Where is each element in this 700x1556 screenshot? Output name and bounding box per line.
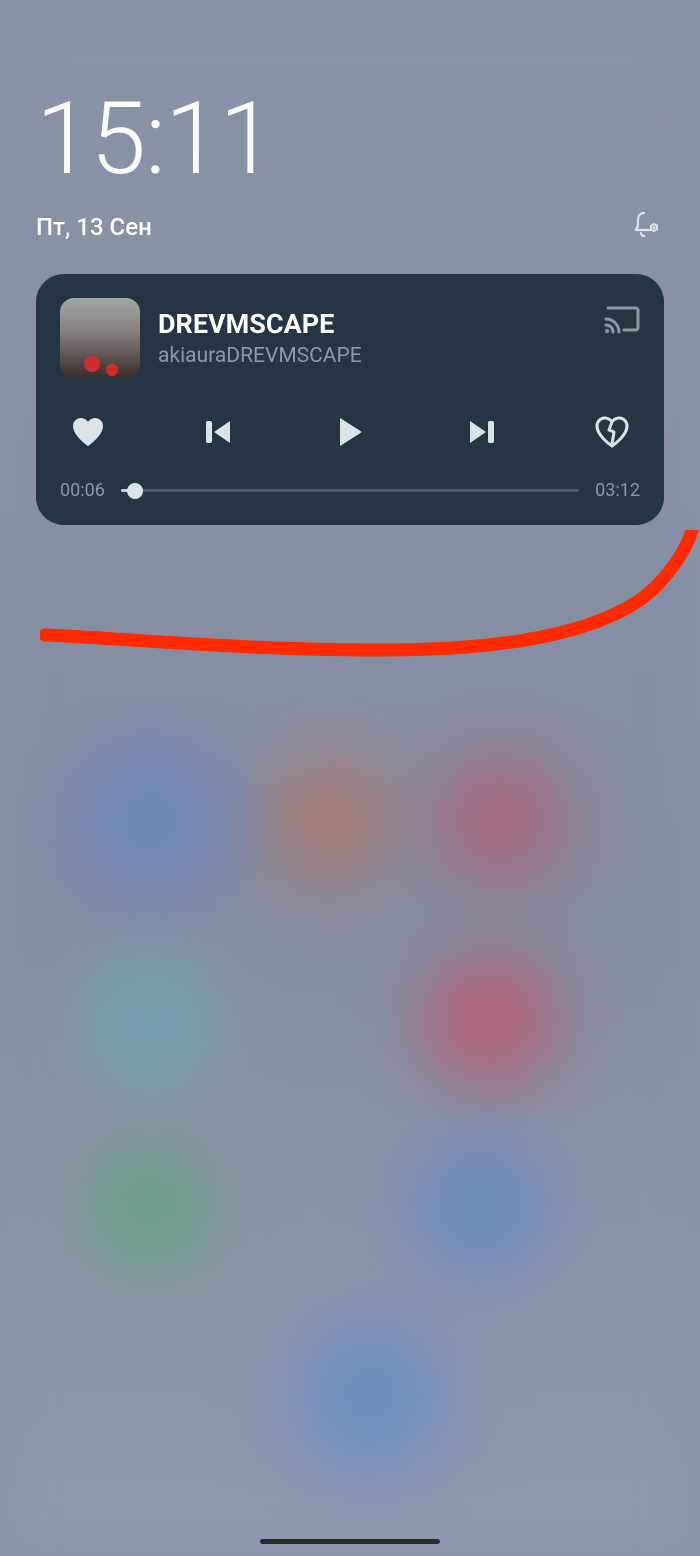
previous-button[interactable] [197,410,241,454]
notification-settings-icon[interactable] [630,208,664,246]
media-player-card[interactable]: DREVMSCAPE akiauraDREVMSCAPE [36,274,664,525]
track-title: DREVMSCAPE [158,308,586,340]
like-button[interactable] [66,410,110,454]
album-art[interactable] [60,298,140,378]
home-indicator[interactable] [260,1539,440,1544]
media-header: DREVMSCAPE akiauraDREVMSCAPE [60,298,640,378]
time-elapsed: 00:06 [60,480,105,501]
cast-icon[interactable] [604,304,640,338]
clock-date: Пт, 13 Сен [36,213,152,241]
progress-slider[interactable] [121,489,579,492]
track-artist: akiauraDREVMSCAPE [158,344,586,368]
track-info[interactable]: DREVMSCAPE akiauraDREVMSCAPE [158,308,586,368]
lockscreen-content: 15:11 Пт, 13 Сен DREVMSCAPE akiauraDREVM… [0,0,700,525]
clock-time: 15:11 [36,90,664,190]
play-button[interactable] [328,410,372,454]
time-duration: 03:12 [595,480,640,501]
media-controls [60,410,640,454]
dislike-button[interactable] [590,410,634,454]
progress-thumb[interactable] [127,483,143,499]
next-button[interactable] [459,410,503,454]
progress-row: 00:06 03:12 [60,480,640,501]
date-row: Пт, 13 Сен [36,208,664,246]
